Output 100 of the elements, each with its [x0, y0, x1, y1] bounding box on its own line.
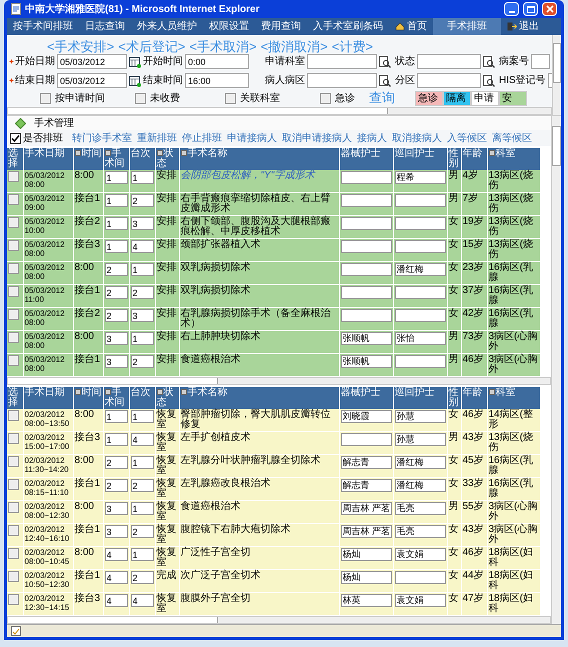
input-field[interactable]: 杨灿 — [340, 548, 392, 561]
sort-icon[interactable] — [74, 150, 80, 156]
nav-tab[interactable]: 按手术间排班 — [7, 18, 79, 35]
input-field[interactable] — [307, 54, 377, 69]
input-field[interactable]: 张顺帆 — [340, 332, 392, 345]
row-checkbox[interactable] — [8, 571, 19, 582]
sort-icon[interactable] — [488, 150, 494, 156]
input-field[interactable]: 2 — [130, 286, 154, 299]
input-field[interactable]: 潘红梅 — [394, 479, 446, 492]
input-field[interactable] — [340, 217, 392, 230]
input-field[interactable]: 1 — [104, 240, 128, 253]
row-checkbox[interactable] — [8, 502, 19, 513]
row-checkbox[interactable] — [8, 410, 19, 421]
row-checkbox[interactable] — [8, 286, 19, 297]
minimize-button[interactable] — [504, 2, 519, 16]
column-header[interactable]: 手术名称 — [179, 387, 339, 409]
row-checkbox[interactable] — [8, 171, 19, 182]
row-checkbox[interactable] — [8, 217, 19, 228]
column-header[interactable]: 选择 — [7, 148, 23, 170]
input-field[interactable]: 1 — [104, 171, 128, 184]
toolbar-link[interactable]: 重新排班 — [137, 130, 177, 146]
column-header[interactable]: 年龄 — [461, 387, 487, 409]
row-checkbox[interactable] — [8, 194, 19, 205]
input-field[interactable]: 毛亮 — [394, 525, 446, 538]
nav-tab[interactable]: 手术排班 — [433, 18, 501, 35]
input-field[interactable]: 3 — [104, 355, 128, 368]
calendar-icon[interactable] — [129, 56, 141, 68]
input-field[interactable]: 1 — [104, 433, 128, 446]
calendar-icon[interactable] — [129, 74, 141, 86]
input-field[interactable]: 袁文娟 — [394, 594, 446, 607]
horizontal-scrollbar[interactable] — [7, 107, 552, 115]
sort-icon[interactable] — [156, 389, 162, 395]
input-field[interactable]: 2 — [130, 355, 154, 368]
nav-tab[interactable]: 费用查询 — [255, 18, 307, 35]
nav-tab[interactable]: 退出 — [501, 18, 545, 35]
input-field[interactable]: 2 — [130, 525, 154, 538]
sort-icon[interactable] — [104, 150, 110, 156]
column-header[interactable]: 手术日期 — [23, 387, 73, 409]
toolbar-link[interactable]: 取消申请接病人 — [282, 130, 352, 146]
input-field[interactable]: 刘晓霞 — [340, 410, 392, 423]
input-field[interactable]: 3 — [130, 309, 154, 322]
input-field[interactable] — [394, 286, 446, 299]
nav-tab[interactable]: 入手术室刷条码 — [307, 18, 389, 35]
input-field[interactable] — [340, 263, 392, 276]
input-field[interactable]: 1 — [104, 410, 128, 423]
input-field[interactable]: 2 — [104, 479, 128, 492]
sort-icon[interactable] — [180, 150, 186, 156]
input-field[interactable]: 4 — [104, 594, 128, 607]
sort-icon[interactable] — [156, 150, 162, 156]
sort-icon[interactable] — [74, 389, 80, 395]
input-field[interactable]: 0:00 — [185, 54, 249, 69]
row-checkbox[interactable] — [8, 240, 19, 251]
checkbox[interactable] — [40, 92, 51, 104]
column-header[interactable]: 状态 — [155, 387, 179, 409]
row-checkbox[interactable] — [8, 433, 19, 444]
column-header[interactable]: 性别 — [447, 387, 461, 409]
input-field[interactable]: 1 — [130, 332, 154, 345]
input-field[interactable]: 4 — [104, 571, 128, 584]
input-field[interactable]: 3 — [104, 502, 128, 515]
input-field[interactable]: 1 — [130, 263, 154, 276]
input-field[interactable]: 05/03/2012 — [57, 54, 127, 69]
row-checkbox[interactable] — [8, 263, 19, 274]
close-button[interactable] — [542, 2, 557, 16]
checkbox[interactable] — [225, 92, 236, 104]
checkbox[interactable] — [135, 92, 146, 104]
column-header[interactable]: 手术名称 — [179, 148, 339, 170]
row-checkbox[interactable] — [8, 594, 19, 605]
row-checkbox[interactable] — [8, 355, 19, 366]
nav-tab[interactable]: 日志查询 — [79, 18, 131, 35]
input-field[interactable] — [340, 286, 392, 299]
input-field[interactable] — [340, 309, 392, 322]
column-header[interactable]: 科室 — [487, 387, 540, 409]
toolbar-link[interactable]: 转门诊手术室 — [72, 130, 132, 146]
input-field[interactable]: 2 — [104, 286, 128, 299]
input-field[interactable] — [531, 54, 550, 69]
input-field[interactable] — [417, 54, 481, 69]
column-header[interactable]: 状态 — [155, 148, 179, 170]
input-field[interactable]: 周吉林 严茗 — [340, 502, 392, 515]
vertical-scrollbar[interactable] — [551, 116, 561, 624]
toolbar-link[interactable]: 入等候区 — [447, 130, 487, 146]
input-field[interactable]: 2 — [130, 479, 154, 492]
row-checkbox[interactable] — [8, 479, 19, 490]
input-field[interactable]: 2 — [104, 456, 128, 469]
column-header[interactable]: 选择 — [7, 387, 23, 409]
input-field[interactable] — [394, 217, 446, 230]
nav-tab[interactable]: 权限设置 — [203, 18, 255, 35]
column-header[interactable]: 科室 — [487, 148, 540, 170]
input-field[interactable] — [394, 309, 446, 322]
row-checkbox[interactable] — [8, 548, 19, 559]
input-field[interactable]: 张怡 — [394, 332, 446, 345]
column-header[interactable]: 时间 — [73, 387, 103, 409]
row-checkbox[interactable] — [8, 309, 19, 320]
toolbar-link[interactable]: 停止排班 — [182, 130, 222, 146]
input-field[interactable]: 3 — [104, 332, 128, 345]
sort-icon[interactable] — [104, 389, 110, 395]
row-checkbox[interactable] — [8, 456, 19, 467]
column-header[interactable]: 器械护士 — [339, 387, 393, 409]
input-field[interactable]: 4 — [130, 594, 154, 607]
input-field[interactable]: 潘红梅 — [394, 456, 446, 469]
column-header[interactable]: 巡回护士 — [393, 387, 447, 409]
